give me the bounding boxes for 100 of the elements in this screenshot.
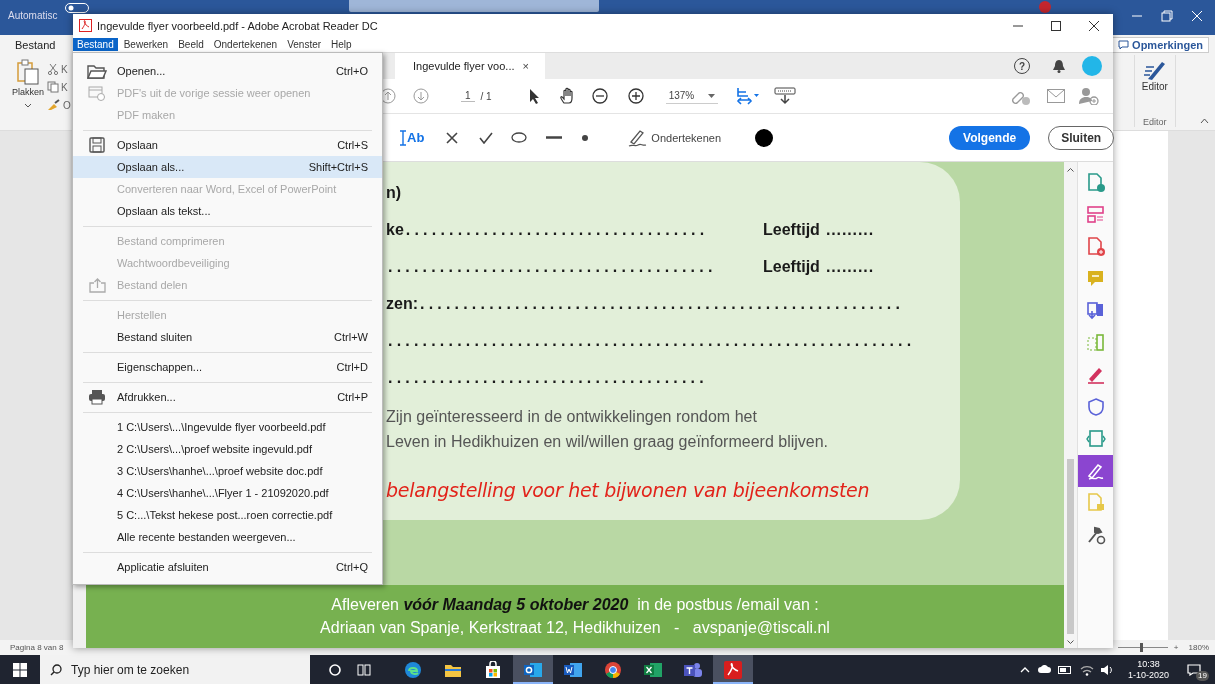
line-icon[interactable] [546,136,563,139]
menu-item[interactable]: Help [327,38,356,51]
code-document-icon[interactable] [1085,429,1106,449]
add-text-tool[interactable]: Ab [400,129,425,146]
scroll-up-icon[interactable] [1067,168,1074,172]
ellipse-icon[interactable] [511,132,528,143]
page-number-field[interactable]: 1 [461,90,475,102]
add-user-icon[interactable] [1079,87,1099,105]
menu-item[interactable]: Applicatie afsluiten Ctrl+Q [73,556,382,578]
check-mark-icon[interactable] [479,131,494,144]
fill-in-line: ......... [825,220,874,239]
comment-icon [1118,40,1130,50]
menu-item[interactable]: Opslaan als tekst... [73,200,382,222]
sign-button[interactable]: Ondertekenen [628,128,722,147]
color-swatch-icon[interactable] [755,128,774,147]
bell-icon[interactable] [1052,59,1066,73]
dot-icon[interactable] [582,134,589,141]
scroll-down-icon[interactable] [1067,640,1074,644]
menu-item[interactable]: Alle recente bestanden weergeven... [73,526,382,548]
stamp-icon[interactable] [774,87,797,105]
autosave-toggle-icon[interactable] [65,3,90,13]
wifi-icon[interactable] [1080,663,1095,676]
document-plus-icon[interactable] [1085,237,1106,257]
menu-item[interactable]: 3 C:\Users\hanhe\...\proef website doc.pdf [73,460,382,482]
menu-item[interactable]: 1 C:\Users\...\Ingevulde flyer voorbeeld.pdf [73,416,382,438]
mail-icon[interactable] [1047,89,1065,103]
maximize-icon[interactable] [1051,20,1061,31]
menu-item[interactable]: Opslaan als... Shift+Ctrl+S [73,156,382,178]
printer-icon [88,389,106,405]
document-tab[interactable]: Ingevulde flyer voo... × [395,53,545,79]
editor-button[interactable]: Editor [1139,55,1170,96]
page-count: / 1 [480,90,492,102]
battery-icon[interactable] [1058,665,1073,674]
menu-item[interactable]: 4 C:\Users\hanhe\...\Flyer 1 - 21092020.pdf [73,482,382,504]
pdf-app-icon [79,19,92,32]
restore-icon[interactable] [1161,10,1173,22]
footer-text: Adriaan van Spanje, Kerkstraat 12, Hedikhuizen - avspanje@tiscali.nl [320,619,830,637]
brush-icon[interactable] [47,99,61,111]
cortana-icon[interactable] [329,663,341,676]
clipboard-icon [16,59,40,85]
zoom-in-icon[interactable] [627,88,644,104]
scissors-icon[interactable] [47,63,59,75]
start-icon[interactable] [13,662,27,677]
menu-item[interactable]: Afdrukken... Ctrl+P [73,386,382,408]
menu-item[interactable]: Eigenschappen... Ctrl+D [73,356,382,378]
menu-item[interactable]: Openen... Ctrl+O [73,60,382,82]
zoom-out-icon[interactable] [591,88,608,104]
menu-item[interactable]: 2 C:\Users\...\proef website ingevuld.pdf [73,438,382,460]
scrollbar[interactable] [1064,162,1077,648]
menu-item[interactable]: Bestand [73,38,118,51]
pointer-icon[interactable] [527,88,540,104]
document-badge-icon[interactable] [1085,173,1106,193]
search-icon [50,663,62,676]
menu-item[interactable]: Venster [283,38,326,51]
highlighter-icon[interactable] [1085,365,1106,385]
close-icon[interactable] [1089,20,1099,31]
chevron-down-icon[interactable] [24,103,32,108]
menu-item[interactable]: Ondertekenen [209,38,282,51]
app-title: Automatisc [8,10,58,21]
volume-icon[interactable] [1100,663,1115,676]
zoom-in-label[interactable]: + [1173,643,1179,652]
next-page-icon[interactable] [413,88,429,104]
tab-close-button[interactable]: × [522,60,529,72]
form-label: Leeftijd [763,257,820,276]
chevron-up-icon[interactable] [1020,666,1031,673]
menu-item[interactable]: Bestand sluiten Ctrl+W [73,326,382,348]
menu-item[interactable]: Bewerken [119,38,173,51]
body-text: Leven in Hedikhuizen en wil/willen graag geïnformeerd blijven. [386,432,830,452]
search-field[interactable]: Typ hier om te zoeken [40,655,310,684]
clock[interactable]: 10:38 1-10-2020 [1128,658,1170,681]
close-button[interactable]: Sluiten [1048,125,1115,150]
menu-item[interactable]: Opslaan Ctrl+S [73,134,382,156]
pen-icon [1143,59,1166,81]
export-icon[interactable] [1085,301,1106,321]
cloud-icon[interactable] [1038,665,1053,674]
task-view-icon[interactable] [357,663,371,676]
form-label: ke [386,220,404,239]
text-cursor-icon [400,129,406,146]
shield-icon[interactable] [1085,397,1106,417]
highlight-text: belangstelling voor het bijwonen van bijeenkomsten [386,479,871,501]
menu-item[interactable]: Beeld [174,38,208,51]
fill-in-line: ......... [825,257,874,276]
window-title: Ingevulde flyer voorbeeld.pdf - Adobe Acrobat Reader DC [97,19,378,32]
previous-page-icon[interactable] [380,88,396,104]
copy-icon[interactable] [47,81,59,93]
search-field[interactable] [349,0,600,12]
signature-icon[interactable] [1085,461,1106,481]
format-label: O [63,99,71,111]
zoom-dropdown[interactable]: 137% [665,88,719,104]
cross-mark-icon[interactable] [446,131,459,144]
wrench-plus-icon[interactable] [1085,525,1106,545]
menu-item[interactable]: 5 C:...\Tekst hekese post...roen correctie.pdf [73,504,382,526]
window-refresh-icon [88,85,106,101]
layout-icon[interactable] [1085,205,1106,225]
scrollbar-thumb[interactable] [1067,459,1074,634]
ribbon-tab[interactable]: Bestand [15,39,56,51]
collapse-ribbon-icon[interactable] [1200,118,1209,124]
next-button[interactable]: Volgende [949,125,1031,150]
fit-page-icon[interactable] [736,87,761,105]
comments-button[interactable]: Opmerkingen [1112,37,1209,53]
